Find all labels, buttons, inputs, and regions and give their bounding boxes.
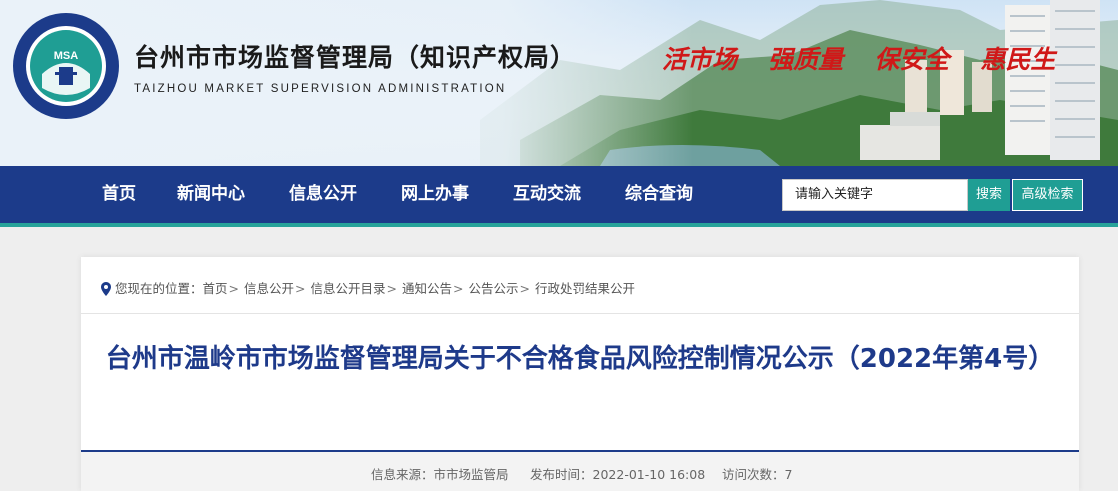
header-banner: MSA 台州市市场监督管理局（知识产权局） TAIZHOU MARKET SUP… [0, 0, 1118, 166]
breadcrumb-item-info-disclosure[interactable]: 信息公开 [244, 281, 294, 296]
breadcrumb-separator: > [386, 281, 397, 296]
nav-info-disclosure[interactable]: 信息公开 [289, 166, 357, 223]
breadcrumb-separator: > [228, 281, 240, 296]
breadcrumb-item-penalty-results[interactable]: 行政处罚结果公开 [535, 281, 635, 296]
breadcrumb-item-home[interactable]: 首页 [203, 281, 228, 296]
nav-accent-bar [0, 223, 1118, 227]
site-title: 台州市市场监督管理局（知识产权局） [134, 43, 577, 72]
breadcrumb-prefix: 您现在的位置： [115, 281, 203, 296]
meta-time-label: 发布时间： [530, 467, 593, 482]
breadcrumb-item-notices[interactable]: 通知公告 [402, 281, 452, 296]
breadcrumb-divider [81, 313, 1079, 314]
slogan-4: 惠民生 [980, 45, 1056, 74]
nav-news-center[interactable]: 新闻中心 [177, 166, 245, 223]
meta-source-value: 市市场监管局 [433, 467, 509, 482]
breadcrumb-separator: > [295, 281, 306, 296]
meta-publish-time: 发布时间：2022-01-10 16:08 [530, 464, 705, 483]
meta-time-value: 2022-01-10 16:08 [592, 467, 706, 482]
slogan-2: 强质量 [768, 45, 844, 74]
slogan-3: 保安全 [874, 45, 950, 74]
advanced-search-button[interactable]: 高级检索 [1012, 179, 1083, 211]
meta-source-label: 信息来源： [371, 467, 434, 482]
slogans: 活市场 强质量 保安全 惠民生 [662, 40, 1081, 76]
search-button[interactable]: 搜索 [968, 179, 1010, 211]
breadcrumb-item-announcements[interactable]: 公告公示 [468, 281, 518, 296]
breadcrumb-item-disclosure-catalog[interactable]: 信息公开目录 [310, 281, 385, 296]
nav-interaction[interactable]: 互动交流 [513, 166, 581, 223]
search-input[interactable]: 请输入关键字 [782, 179, 968, 211]
meta-visits-label: 访问次数： [722, 467, 785, 482]
nav-home[interactable]: 首页 [102, 166, 136, 223]
nav-comprehensive-query[interactable]: 综合查询 [625, 166, 693, 223]
site-subtitle: TAIZHOU MARKET SUPERVISION ADMINISTRATIO… [134, 83, 507, 95]
msa-logo[interactable]: MSA [12, 12, 120, 120]
meta-visits: 访问次数：7 [722, 464, 792, 483]
nav-online-services[interactable]: 网上办事 [401, 166, 469, 223]
meta-visits-value: 7 [784, 467, 793, 482]
meta-source: 信息来源：市市场监管局 [371, 464, 509, 483]
location-pin-icon [101, 282, 111, 296]
breadcrumb: 您现在的位置：首页> 信息公开> 信息公开目录> 通知公告> 公告公示> 行政处… [101, 280, 635, 298]
breadcrumb-separator: > [519, 281, 530, 296]
breadcrumb-separator: > [452, 281, 464, 296]
article-title: 台州市温岭市市场监督管理局关于不合格食品风险控制情况公示（2022年第4号） [105, 344, 1055, 374]
logo-text: MSA [54, 50, 79, 62]
slogan-1: 活市场 [662, 45, 738, 74]
